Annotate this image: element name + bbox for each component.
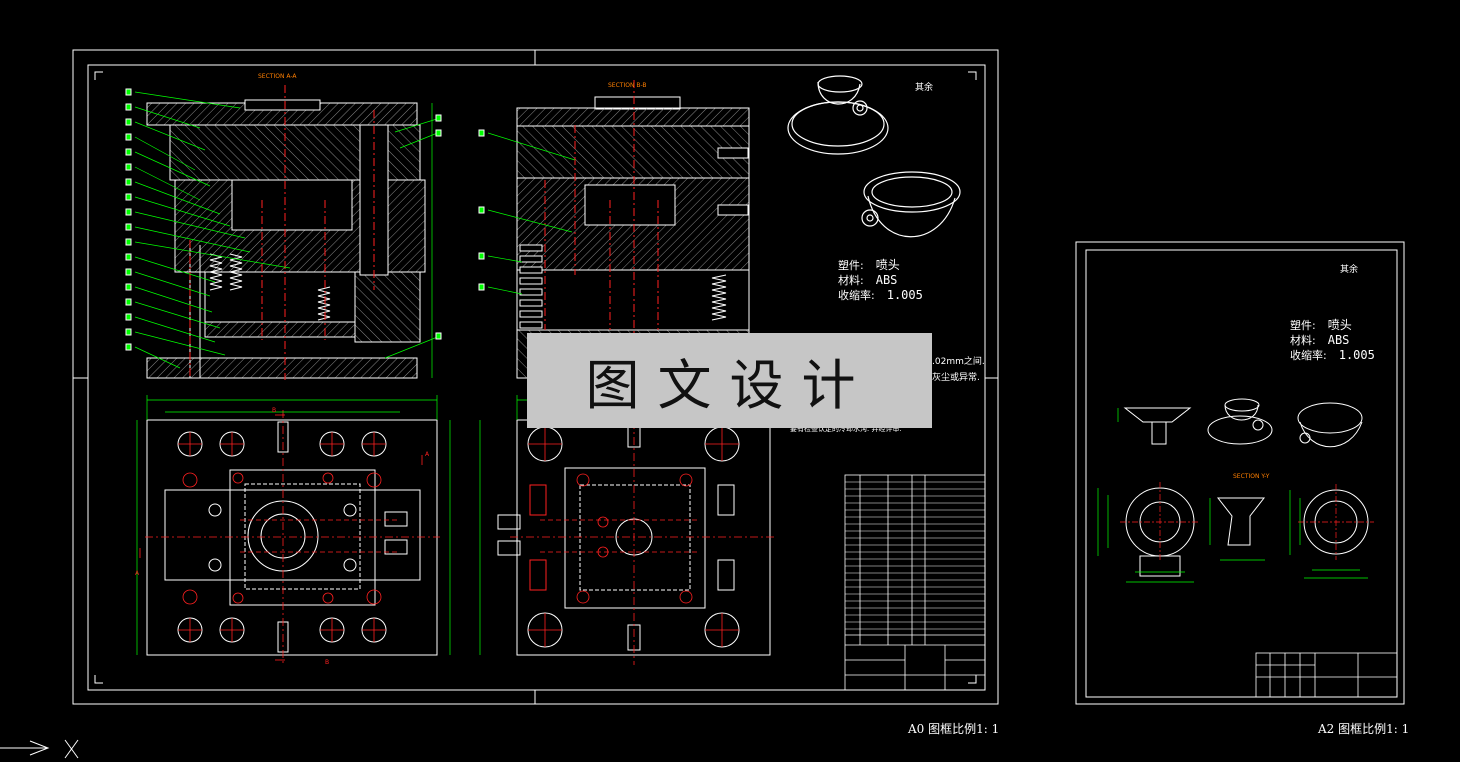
roughness-note-a2: 其余 [1340,265,1359,275]
a2-dimensions [1097,408,1368,583]
section-aa-label: SECTION A-A [258,73,297,80]
a0-parts-list-rows [845,481,985,630]
a0-frame-caption: A0 图框比例1: 1 [908,722,1000,736]
part-info-a2: 塑件: 喷头 材料: ABS 收缩率: 1.005 [1290,318,1375,363]
a2-title-block [1255,652,1398,698]
plan-view-left[interactable] [136,395,451,665]
a0-title-block [844,474,986,691]
shrink-label: 收缩率: [838,289,875,302]
part-3d-views [787,75,961,238]
watermark-banner: 图文设计 [527,333,932,428]
section-bb-label: SECTION B-B [608,82,647,89]
ucs-axis-icon [0,739,79,759]
svg-text:B: B [325,659,329,666]
a2-frame-caption: A2 图框比例1: 1 [1318,722,1410,736]
roughness-note-a0: 其余 [915,83,934,93]
shrink-value: 1.005 [1338,348,1375,362]
part-name-value: 喷头 [1327,318,1352,332]
material-label: 材料: [1290,334,1316,347]
shrink-value: 1.005 [886,288,923,302]
section-aa-view[interactable] [125,85,442,380]
part-name-label: 塑件: [1290,319,1316,332]
part-name-label: 塑件: [838,259,864,272]
svg-text:A: A [135,570,140,577]
svg-text:A: A [425,451,430,458]
part-info-a0: 塑件: 喷头 材料: ABS 收缩率: 1.005 [838,258,923,303]
part-name-value: 喷头 [875,258,900,272]
material-value: ABS [875,273,898,287]
section-yy-label: SECTION Y-Y [1233,473,1270,480]
a2-centerlines [1120,482,1374,562]
tech-note-1: .02mm之间. [932,357,985,367]
material-value: ABS [1327,333,1350,347]
a2-part-views [1123,398,1369,577]
svg-text:B: B [272,407,276,414]
tech-note-2: 灰尘或异常. [932,373,980,383]
shrink-label: 收缩率: [1290,349,1327,362]
plan-view-right[interactable] [479,395,775,665]
material-label: 材料: [838,274,864,287]
